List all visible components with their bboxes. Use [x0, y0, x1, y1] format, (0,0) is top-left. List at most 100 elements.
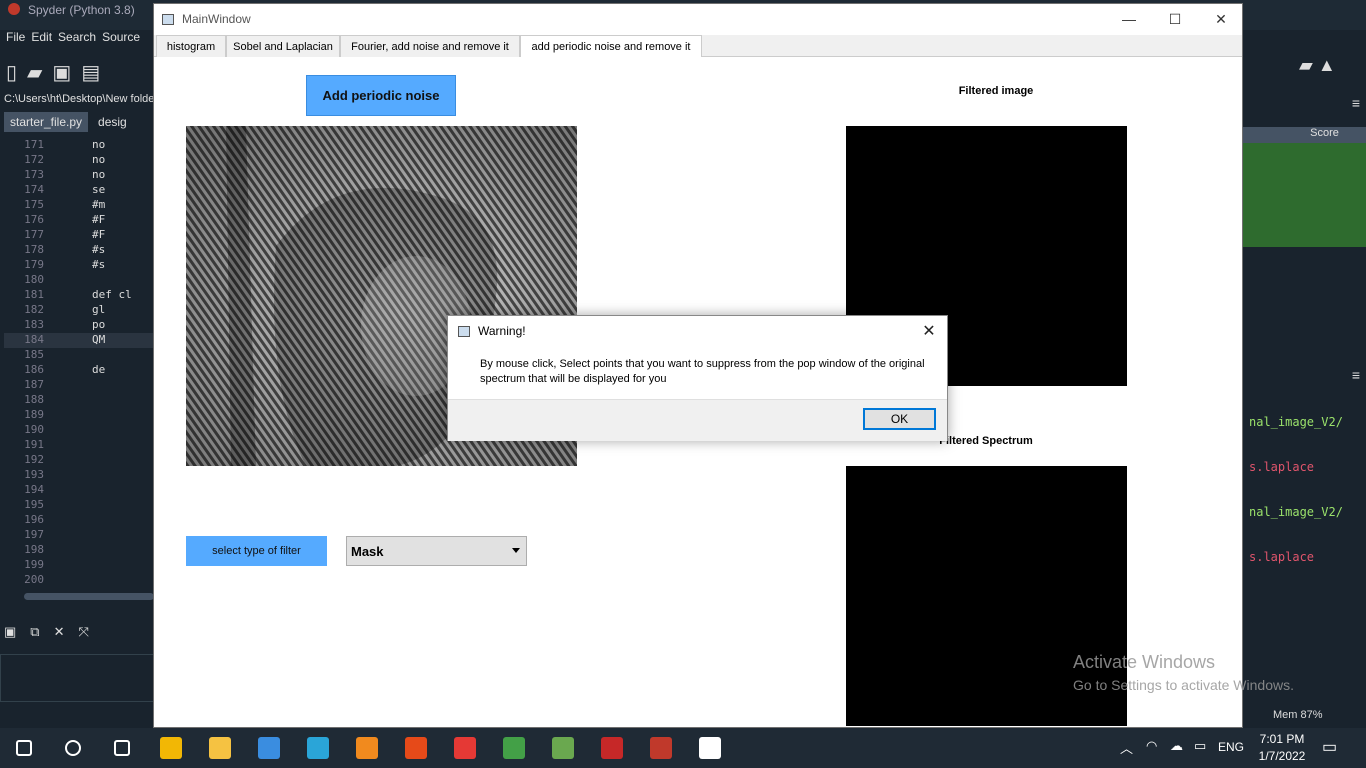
dialog-close-button[interactable]: ✕: [914, 316, 944, 346]
code-line[interactable]: 200: [4, 573, 154, 588]
office-icon[interactable]: [392, 728, 440, 768]
code-line[interactable]: 176 #F: [4, 213, 154, 228]
code-line[interactable]: 192: [4, 453, 154, 468]
network-icon[interactable]: ◠: [1146, 738, 1157, 754]
code-line[interactable]: 171 no: [4, 138, 154, 153]
pane-menu-icon[interactable]: ≡: [1243, 95, 1366, 115]
tab-histogram[interactable]: histogram: [156, 35, 226, 57]
notepad-icon[interactable]: [686, 728, 734, 768]
tab-sobel-laplacian[interactable]: Sobel and Laplacian: [226, 35, 340, 57]
code-line[interactable]: 174 se: [4, 183, 154, 198]
code-line[interactable]: 173 no: [4, 168, 154, 183]
pane-menu-icon-2[interactable]: ≡: [1243, 367, 1366, 387]
code-line[interactable]: 179 #s: [4, 258, 154, 273]
spyder-icon[interactable]: [637, 728, 685, 768]
menu-edit[interactable]: Edit: [31, 30, 52, 48]
menu-search[interactable]: Search: [58, 30, 96, 48]
anaconda-icon[interactable]: [490, 728, 538, 768]
battery-icon[interactable]: ▭: [1194, 738, 1206, 754]
code-line[interactable]: 195: [4, 498, 154, 513]
code-line[interactable]: 187: [4, 378, 154, 393]
clock-date: 1/7/2022: [1258, 749, 1306, 763]
open-folder-icon-right[interactable]: ▰ ▲: [1243, 55, 1366, 89]
start-icon[interactable]: [0, 728, 48, 768]
code-line[interactable]: 186 de: [4, 363, 154, 378]
clock[interactable]: 7:01 PM 1/7/2022: [1250, 731, 1314, 765]
activation-watermark-subtitle: Go to Settings to activate Windows.: [1073, 677, 1294, 693]
language-indicator[interactable]: ENG: [1218, 740, 1244, 754]
sketchup-icon[interactable]: [588, 728, 636, 768]
task-view-icon[interactable]: [98, 728, 146, 768]
clear-icon[interactable]: ✕: [54, 624, 65, 644]
tray-chevron-icon[interactable]: ︿: [1120, 738, 1133, 757]
chrome-icon[interactable]: [441, 728, 489, 768]
save-icon[interactable]: ▣: [52, 60, 71, 85]
code-line[interactable]: 193: [4, 468, 154, 483]
code-text: no: [92, 153, 106, 166]
close-console-icon[interactable]: ⤧: [79, 624, 89, 644]
minimize-button[interactable]: —: [1106, 4, 1152, 34]
ok-button[interactable]: OK: [863, 408, 936, 430]
window-titlebar[interactable]: MainWindow: [154, 4, 1242, 34]
code-line[interactable]: 190: [4, 423, 154, 438]
line-number: 183: [24, 318, 44, 331]
file-explorer-icon[interactable]: [196, 728, 244, 768]
copy-icon[interactable]: ⧉: [30, 624, 39, 644]
code-line[interactable]: 197: [4, 528, 154, 543]
code-line[interactable]: 185: [4, 348, 154, 363]
menu-source[interactable]: Source: [102, 30, 140, 48]
edge-icon[interactable]: [294, 728, 342, 768]
editor-tab-starter[interactable]: starter_file.py: [4, 112, 89, 132]
notifications-icon[interactable]: ▭: [1322, 737, 1337, 757]
code-line[interactable]: 199: [4, 558, 154, 573]
spyder-toolbar: ▯ ▰ ▣ ▤: [0, 55, 160, 89]
variable-explorer-rows[interactable]: [1243, 143, 1366, 247]
mail-icon[interactable]: [245, 728, 293, 768]
code-line[interactable]: 182 gl: [4, 303, 154, 318]
sublime-icon[interactable]: [343, 728, 391, 768]
code-line[interactable]: 172 no: [4, 153, 154, 168]
open-folder-icon[interactable]: ▰: [27, 60, 42, 85]
code-line[interactable]: 189: [4, 408, 154, 423]
code-line[interactable]: 194: [4, 483, 154, 498]
close-button[interactable]: ✕: [1198, 4, 1244, 34]
search-icon[interactable]: [49, 728, 97, 768]
code-editor[interactable]: 171 no 172 no 173 no 174 se 175 #m 176 #F 177 #F 178 #s…: [4, 138, 154, 590]
store-icon[interactable]: [147, 728, 195, 768]
tab-fourier[interactable]: Fourier, add noise and remove it: [340, 35, 520, 57]
code-line[interactable]: 188: [4, 393, 154, 408]
save-all-icon[interactable]: ▤: [81, 60, 100, 85]
dialog-titlebar[interactable]: Warning!: [448, 316, 947, 346]
memory-status: Mem 87%: [1273, 709, 1323, 721]
code-line[interactable]: 198: [4, 543, 154, 558]
menu-file[interactable]: File: [6, 30, 25, 48]
editor-hscrollbar[interactable]: [24, 593, 154, 600]
code-line[interactable]: 181 def cl: [4, 288, 154, 303]
tab-periodic-noise[interactable]: add periodic noise and remove it: [520, 35, 702, 58]
filter-type-combobox[interactable]: Mask: [346, 536, 527, 566]
select-filter-button[interactable]: select type of filter: [186, 536, 327, 566]
maximize-button[interactable]: ☐: [1152, 4, 1198, 34]
save-console-icon[interactable]: ▣: [4, 624, 16, 644]
add-periodic-noise-button[interactable]: Add periodic noise: [306, 75, 456, 116]
code-line[interactable]: 191: [4, 438, 154, 453]
console-pane[interactable]: [0, 654, 154, 702]
code-line[interactable]: 178 #s: [4, 243, 154, 258]
code-line[interactable]: 175 #m: [4, 198, 154, 213]
line-number: 195: [24, 498, 44, 511]
code-line[interactable]: 180: [4, 273, 154, 288]
new-file-icon[interactable]: ▯: [6, 60, 17, 85]
code-line[interactable]: 184 QM: [4, 333, 154, 348]
code-line[interactable]: 177 #F: [4, 228, 154, 243]
code-text: #F: [92, 213, 106, 226]
code-line[interactable]: 183 po: [4, 318, 154, 333]
git-icon[interactable]: [539, 728, 587, 768]
editor-tab-design[interactable]: desig: [92, 112, 133, 132]
cloud-icon[interactable]: ☁: [1170, 738, 1183, 754]
console-fragment: s.laplace: [1249, 550, 1315, 564]
code-line[interactable]: 196: [4, 513, 154, 528]
